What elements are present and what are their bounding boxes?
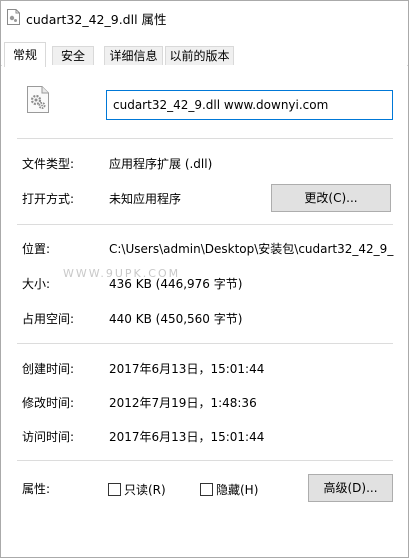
attributes-label: 属性: <box>22 482 51 496</box>
advanced-button[interactable]: 高级(D)... <box>308 474 393 502</box>
readonly-checkbox[interactable] <box>108 483 121 496</box>
size-label: 大小: <box>22 277 51 291</box>
file-type-value: 应用程序扩展 (.dll) <box>109 157 213 171</box>
tab-security[interactable]: 安全 <box>52 46 94 66</box>
size-value: 436 KB (446,976 字节) <box>109 277 243 291</box>
location-value: C:\Users\admin\Desktop\安装包\cudart32_42_9… <box>109 242 394 256</box>
separator <box>17 343 393 344</box>
hidden-checkbox[interactable] <box>200 483 213 496</box>
created-value: 2017年6月13日，15:01:44 <box>109 362 265 376</box>
accessed-label: 访问时间: <box>22 430 75 444</box>
separator <box>17 138 393 139</box>
dll-gear-icon <box>27 86 49 113</box>
size-on-disk-value: 440 KB (450,560 字节) <box>109 312 243 326</box>
properties-window: cudart32_42_9.dll 属性 常规 安全 详细信息 以前的版本 文件… <box>0 0 409 558</box>
open-with-value: 未知应用程序 <box>109 192 182 206</box>
open-with-label: 打开方式: <box>22 192 75 206</box>
accessed-value: 2017年6月13日，15:01:44 <box>109 430 265 444</box>
tab-previous-versions[interactable]: 以前的版本 <box>165 46 234 66</box>
created-label: 创建时间: <box>22 362 75 376</box>
location-label: 位置: <box>22 242 51 256</box>
file-type-label: 文件类型: <box>22 157 75 171</box>
size-on-disk-label: 占用空间: <box>22 312 75 326</box>
tab-general[interactable]: 常规 <box>4 42 46 67</box>
tab-bar: 常规 安全 详细信息 以前的版本 <box>1 42 408 67</box>
hidden-label[interactable]: 隐藏(H) <box>216 481 258 498</box>
title-bar: cudart32_42_9.dll 属性 <box>1 1 408 32</box>
separator <box>17 224 393 225</box>
modified-value: 2012年7月19日，1:48:36 <box>109 396 257 410</box>
change-button[interactable]: 更改(C)... <box>271 184 391 212</box>
file-name-input[interactable] <box>106 90 393 120</box>
tab-details[interactable]: 详细信息 <box>104 46 163 66</box>
readonly-label[interactable]: 只读(R) <box>124 481 166 498</box>
modified-label: 修改时间: <box>22 396 75 410</box>
separator <box>17 460 393 461</box>
window-title: cudart32_42_9.dll 属性 <box>26 12 167 27</box>
dll-file-icon <box>7 9 20 25</box>
